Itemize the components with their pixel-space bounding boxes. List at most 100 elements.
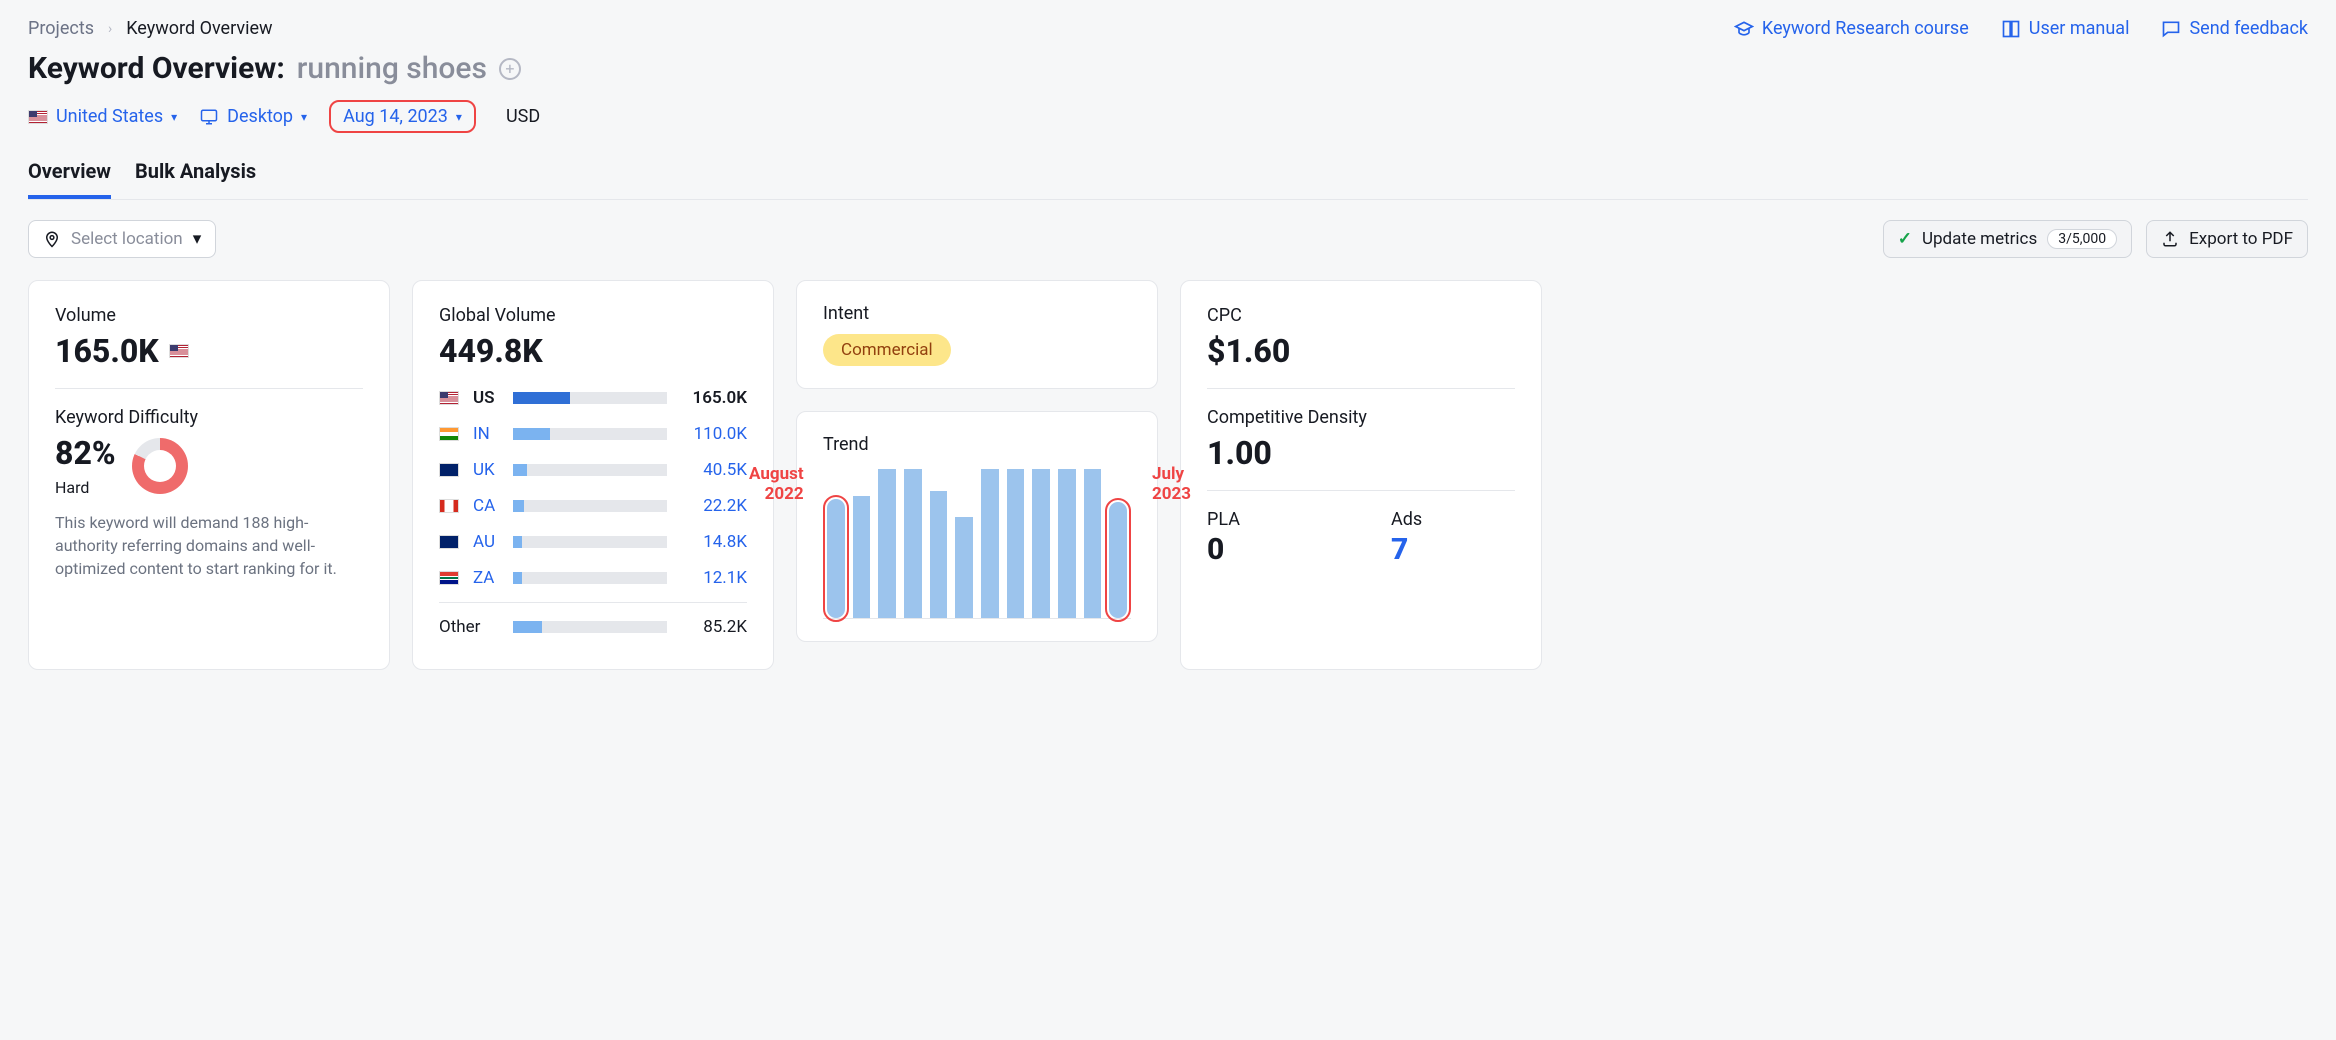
trend-bar	[930, 491, 948, 618]
export-pdf-button[interactable]: Export to PDF	[2146, 220, 2308, 258]
add-keyword-icon[interactable]: +	[499, 58, 521, 80]
date-filter[interactable]: Aug 14, 2023 ▾	[329, 100, 476, 133]
trend-bar	[1058, 469, 1076, 618]
currency-label: USD	[506, 106, 540, 127]
intent-card: Intent Commercial	[796, 280, 1158, 389]
keyword-value: running shoes	[297, 51, 487, 86]
check-icon: ✓	[1898, 229, 1912, 249]
trend-bar	[955, 517, 973, 618]
update-metrics-badge: 3/5,000	[2047, 229, 2117, 249]
competitive-density-value: 1.00	[1207, 434, 1515, 472]
global-volume-row: ZA 12.1K	[439, 560, 747, 596]
ads-value[interactable]: 7	[1391, 532, 1515, 567]
chevron-down-icon: ▾	[193, 229, 202, 249]
global-volume-card: Global Volume 449.8K US 165.0K IN 110.0K…	[412, 280, 774, 670]
in-flag-icon	[439, 427, 459, 441]
country-volume[interactable]: 40.5K	[677, 460, 747, 480]
country-code[interactable]: AU	[473, 532, 503, 552]
trend-annotation-start: August2022	[749, 464, 804, 505]
comment-icon	[2161, 19, 2181, 39]
chevron-down-icon: ▾	[171, 110, 177, 124]
tab-overview[interactable]: Overview	[28, 159, 111, 199]
trend-bar	[1007, 469, 1025, 618]
au-flag-icon	[439, 535, 459, 549]
country-volume[interactable]: 14.8K	[677, 532, 747, 552]
trend-bar	[853, 496, 871, 618]
chevron-right-icon: ›	[108, 21, 112, 37]
pla-label: PLA	[1207, 509, 1331, 530]
keyword-research-course-link[interactable]: Keyword Research course	[1734, 18, 1969, 39]
cpc-value: $1.60	[1207, 332, 1515, 370]
cpc-title: CPC	[1207, 305, 1515, 326]
user-manual-link[interactable]: User manual	[2001, 18, 2130, 39]
keyword-difficulty-title: Keyword Difficulty	[55, 407, 363, 428]
global-volume-row: AU 14.8K	[439, 524, 747, 560]
country-volume[interactable]: 110.0K	[677, 424, 747, 444]
volume-card: Volume 165.0K Keyword Difficulty 82% Har…	[28, 280, 390, 670]
country-volume: 165.0K	[677, 388, 747, 408]
pin-icon	[43, 230, 61, 248]
competitive-density-title: Competitive Density	[1207, 407, 1515, 428]
trend-chart	[823, 469, 1131, 619]
cpc-card: CPC $1.60 Competitive Density 1.00 PLA 0…	[1180, 280, 1542, 670]
country-code[interactable]: UK	[473, 460, 503, 480]
breadcrumb-current: Keyword Overview	[126, 18, 272, 39]
global-volume-row: CA 22.2K	[439, 488, 747, 524]
trend-bar	[1032, 469, 1050, 618]
desktop-icon	[199, 108, 219, 126]
breadcrumb: Projects › Keyword Overview	[28, 18, 273, 39]
device-filter[interactable]: Desktop ▾	[199, 106, 307, 127]
chevron-down-icon: ▾	[456, 110, 462, 124]
keyword-difficulty-label: Hard	[55, 478, 116, 497]
us-flag-icon	[439, 391, 459, 405]
intent-title: Intent	[823, 303, 1131, 324]
send-feedback-link[interactable]: Send feedback	[2161, 18, 2308, 39]
kd-donut-chart	[132, 438, 188, 494]
country-code: US	[473, 388, 503, 408]
page-title: Keyword Overview:	[28, 51, 285, 86]
tabs: Overview Bulk Analysis	[28, 159, 2308, 200]
trend-bar	[878, 469, 896, 618]
select-location-dropdown[interactable]: Select location ▾	[28, 220, 216, 258]
breadcrumb-projects[interactable]: Projects	[28, 18, 94, 39]
top-links: Keyword Research course User manual Send…	[1734, 18, 2308, 39]
trend-bar	[827, 499, 845, 618]
intent-badge: Commercial	[823, 334, 951, 366]
graduation-cap-icon	[1734, 19, 1754, 39]
country-volume[interactable]: 12.1K	[677, 568, 747, 588]
global-volume-row: IN 110.0K	[439, 416, 747, 452]
trend-bar	[981, 469, 999, 618]
pla-value: 0	[1207, 532, 1331, 567]
volume-title: Volume	[55, 305, 363, 326]
country-volume[interactable]: 22.2K	[677, 496, 747, 516]
ca-flag-icon	[439, 499, 459, 513]
trend-card: August2022 July2023 Trend	[796, 411, 1158, 642]
volume-value: 165.0K	[55, 332, 159, 370]
ads-label: Ads	[1391, 509, 1515, 530]
keyword-difficulty-value: 82%	[55, 434, 116, 472]
trend-bar	[904, 469, 922, 618]
country-code[interactable]: ZA	[473, 568, 503, 588]
chevron-down-icon: ▾	[301, 110, 307, 124]
book-icon	[2001, 19, 2021, 39]
trend-annotation-end: July2023	[1152, 464, 1191, 505]
global-volume-value: 449.8K	[439, 332, 747, 370]
trend-bar	[1109, 502, 1127, 618]
tab-bulk-analysis[interactable]: Bulk Analysis	[135, 159, 256, 199]
za-flag-icon	[439, 571, 459, 585]
uk-flag-icon	[439, 463, 459, 477]
us-flag-icon	[28, 110, 48, 124]
update-metrics-button[interactable]: ✓ Update metrics 3/5,000	[1883, 220, 2132, 258]
country-filter[interactable]: United States ▾	[28, 106, 177, 127]
keyword-difficulty-desc: This keyword will demand 188 high-author…	[55, 511, 363, 581]
global-volume-row: US 165.0K	[439, 380, 747, 416]
global-other-label: Other	[439, 617, 503, 637]
global-other-value: 85.2K	[677, 617, 747, 637]
country-code[interactable]: CA	[473, 496, 503, 516]
trend-title: Trend	[823, 434, 1131, 455]
global-volume-title: Global Volume	[439, 305, 747, 326]
us-flag-icon	[169, 344, 189, 358]
trend-bar	[1084, 469, 1102, 618]
country-code[interactable]: IN	[473, 424, 503, 444]
global-volume-row: UK 40.5K	[439, 452, 747, 488]
